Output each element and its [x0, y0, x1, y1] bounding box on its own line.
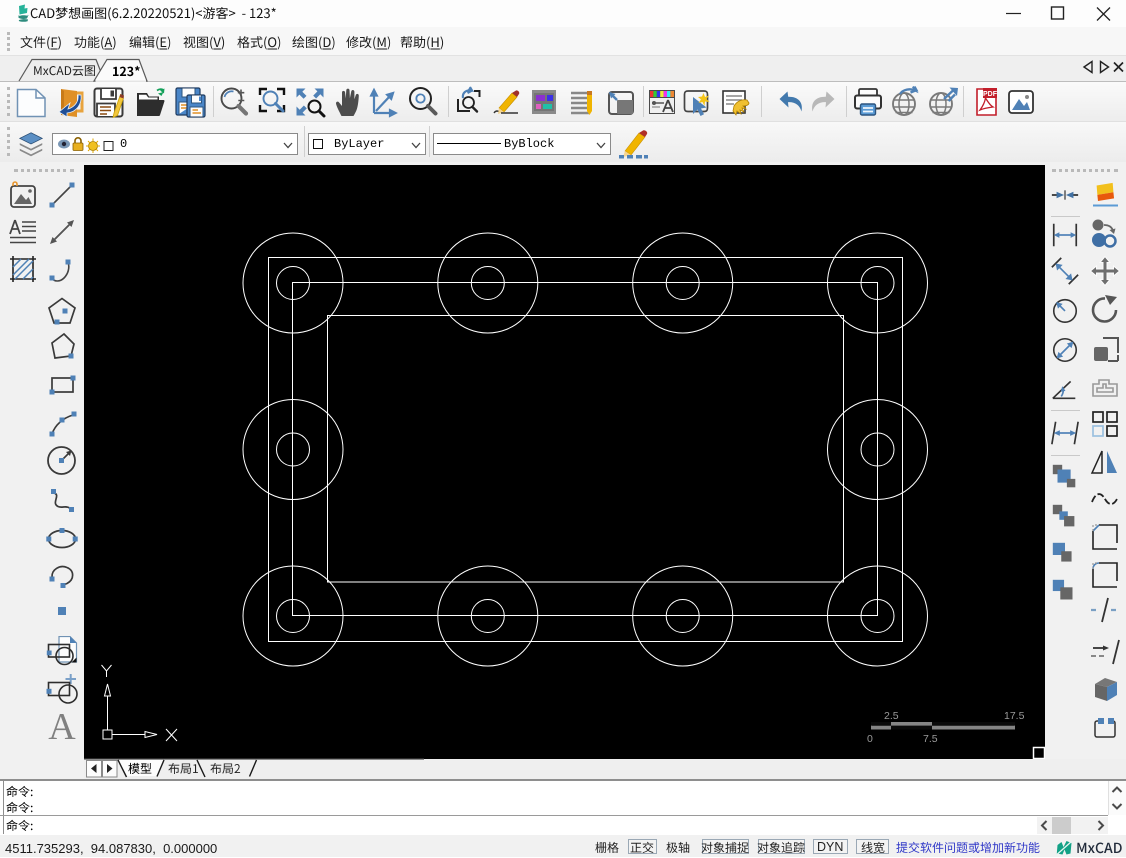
- svg-text:0: 0: [867, 733, 873, 745]
- svg-text:7.5: 7.5: [923, 733, 938, 745]
- svg-text:17.5: 17.5: [1004, 710, 1025, 722]
- svg-text:A: A: [48, 710, 76, 742]
- svg-text:2.5: 2.5: [884, 710, 899, 722]
